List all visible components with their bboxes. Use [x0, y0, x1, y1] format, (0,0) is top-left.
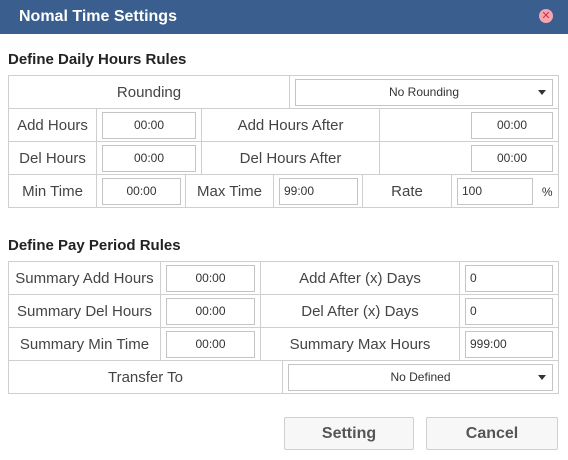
del-hours-input[interactable]: 00:00 — [102, 144, 196, 172]
del-after-days-input[interactable]: 0 — [465, 297, 553, 325]
summary-min-time-input[interactable]: 00:00 — [166, 330, 255, 358]
add-hours-after-label: Add Hours After — [200, 108, 381, 142]
add-after-days-label: Add After (x) Days — [260, 261, 460, 295]
chevron-down-icon — [538, 374, 546, 380]
summary-add-hours-input[interactable]: 00:00 — [166, 264, 255, 292]
add-hours-after-input[interactable]: 00:00 — [471, 111, 554, 139]
del-hours-after-label: Del Hours After — [200, 141, 381, 175]
max-time-input[interactable]: 99:00 — [279, 177, 358, 205]
rate-input[interactable]: 100 — [457, 177, 533, 205]
transfer-to-value: No Defined — [390, 369, 451, 384]
rounding-select[interactable]: No Rounding — [295, 78, 554, 106]
transfer-table: Transfer To No Defined — [8, 360, 559, 394]
add-hours-label: Add Hours — [8, 108, 97, 142]
daily-section-title: Define Daily Hours Rules — [8, 51, 187, 68]
del-hours-label: Del Hours — [8, 141, 97, 175]
del-after-days-label: Del After (x) Days — [260, 294, 460, 328]
close-glyph: ✕ — [541, 10, 551, 22]
transfer-to-select[interactable]: No Defined — [288, 363, 553, 391]
add-hours-input[interactable]: 00:00 — [102, 111, 196, 139]
min-time-label: Min Time — [8, 174, 97, 208]
transfer-to-label: Transfer To — [8, 360, 283, 394]
daily-min-max-table: Min Time 00:00 Max Time 99:00 Rate 100 % — [8, 174, 559, 208]
chevron-down-icon — [538, 89, 547, 95]
daily-rules-table: Rounding No Rounding Add Hours 00:00 Add… — [7, 75, 560, 175]
summary-max-hours-label: Summary Max Hours — [260, 327, 460, 361]
pay-period-rules-table: Summary Add Hours 00:00 Add After (x) Da… — [8, 261, 559, 361]
add-after-days-input[interactable]: 0 — [465, 264, 553, 292]
max-time-label: Max Time — [185, 174, 274, 208]
window-title: Nomal Time Settings — [19, 8, 177, 25]
rate-unit: % — [541, 184, 553, 199]
setting-button[interactable]: Setting — [284, 417, 414, 450]
rounding-label: Rounding — [7, 75, 291, 109]
cancel-button[interactable]: Cancel — [426, 417, 558, 450]
title-bar: Nomal Time Settings ✕ — [0, 0, 568, 34]
pay-period-section-title: Define Pay Period Rules — [8, 237, 181, 254]
min-time-input[interactable]: 00:00 — [102, 177, 181, 205]
summary-max-hours-input[interactable]: 999:00 — [465, 330, 553, 358]
rounding-value: No Rounding — [388, 84, 460, 99]
summary-add-hours-label: Summary Add Hours — [8, 261, 161, 295]
summary-min-time-label: Summary Min Time — [8, 327, 161, 361]
del-hours-after-input[interactable]: 00:00 — [471, 144, 554, 172]
summary-del-hours-label: Summary Del Hours — [8, 294, 161, 328]
summary-del-hours-input[interactable]: 00:00 — [166, 297, 255, 325]
close-icon[interactable]: ✕ — [539, 9, 553, 23]
rate-label: Rate — [362, 174, 452, 208]
